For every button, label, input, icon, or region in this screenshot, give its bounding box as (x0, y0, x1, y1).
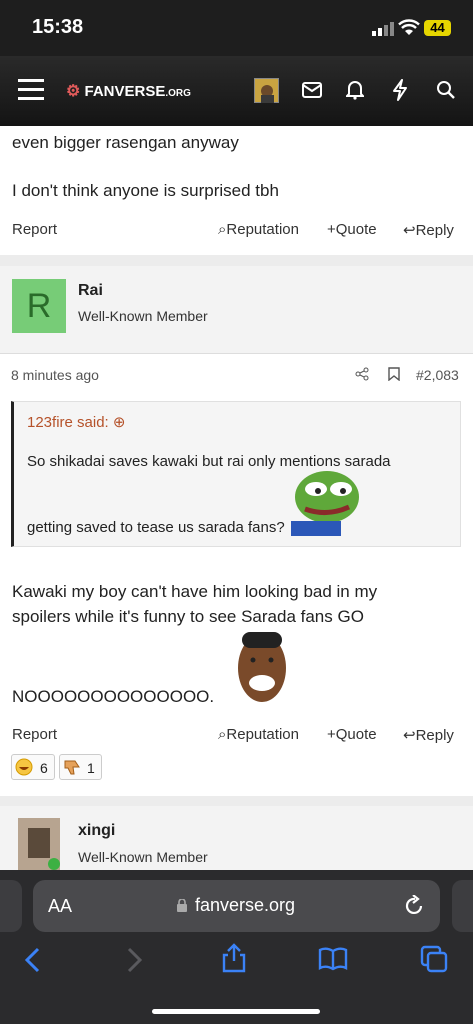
back-icon[interactable] (24, 947, 40, 978)
username[interactable]: xingi (78, 822, 115, 840)
quote-text-line: So shikadai saves kawaki but rai only me… (27, 453, 391, 470)
reaction-laugh[interactable]: 6 (11, 754, 55, 780)
home-indicator (152, 1009, 320, 1014)
search-icon[interactable] (436, 80, 456, 105)
lightning-icon[interactable] (392, 79, 408, 106)
logo-gear-icon: ⚙ (66, 83, 81, 100)
avatar[interactable]: R (12, 279, 66, 333)
bookmarks-icon[interactable] (318, 947, 348, 976)
reader-aa-button[interactable]: AA (48, 896, 72, 917)
quote-label: Quote (335, 726, 377, 743)
quote-label: Quote (335, 221, 377, 238)
post-text-line: even bigger rasengan anyway (12, 133, 239, 152)
thumbs-down-icon (63, 758, 81, 779)
post-number[interactable]: #2,083 (416, 367, 459, 383)
laughing-face-emoji-icon (234, 628, 290, 706)
next-post: xingi Well-Known Member (0, 806, 473, 870)
user-title: Well-Known Member (78, 308, 208, 324)
user-avatar[interactable] (254, 78, 279, 103)
post-text-line: I don't think anyone is surprised tbh (12, 181, 279, 200)
plus-icon: + (327, 221, 336, 238)
quote-author-label: 123fire said: (27, 414, 109, 431)
username[interactable]: Rai (78, 282, 103, 300)
logo-text: FANVERSE (84, 83, 166, 100)
quote-text-line: getting saved to tease us sarada fans? (27, 519, 285, 536)
status-time: 15:38 (32, 16, 84, 38)
tab-preview-left[interactable] (0, 880, 22, 932)
avatar-letter: R (26, 287, 52, 325)
address-bar[interactable]: AA fanverse.org (33, 880, 440, 932)
wifi-icon (398, 19, 420, 41)
user-info-bar: R Rai Well-Known Member (0, 266, 473, 354)
menu-icon[interactable] (18, 78, 44, 105)
reply-label: Reply (415, 727, 454, 744)
pepe-sad-emoji-icon (291, 469, 361, 536)
quote-button[interactable]: +Quote (327, 221, 377, 238)
inbox-icon[interactable] (302, 82, 322, 103)
reaction-count: 1 (87, 760, 95, 776)
reputation-label: Reputation (226, 726, 299, 743)
reaction-count: 6 (40, 760, 48, 776)
post-time[interactable]: 8 minutes ago (11, 367, 99, 383)
site-header: ⚙ FANVERSE.ORG (0, 56, 473, 126)
logo-suffix: .ORG (165, 88, 191, 99)
reputation-label: Reputation (226, 221, 299, 238)
reputation-button[interactable]: ⌕Reputation (218, 221, 299, 238)
plus-icon: + (327, 726, 336, 743)
reload-icon[interactable] (405, 894, 425, 922)
share-sheet-icon[interactable] (221, 943, 247, 978)
browser-toolbar: AA fanverse.org (0, 870, 473, 1024)
bell-icon[interactable] (344, 80, 366, 105)
quote-block: 123fire said: ⊕ So shikadai saves kawaki… (11, 401, 461, 547)
status-bar: 15:38 44 (0, 0, 473, 56)
reply-button[interactable]: ↩Reply (403, 726, 454, 744)
report-link[interactable]: Report (12, 726, 57, 743)
share-icon[interactable] (355, 367, 369, 386)
reply-arrow-icon: ↩ (403, 727, 416, 744)
arrow-up-circle-icon[interactable]: ⊕ (113, 414, 126, 431)
post-text-line: spoilers while it's funny to see Sarada … (12, 607, 364, 626)
user-title: Well-Known Member (78, 849, 208, 865)
reputation-button[interactable]: ⌕Reputation (218, 726, 299, 743)
post-text-line: NOOOOOOOOOOOOOO. (12, 687, 215, 706)
post-2083: R Rai Well-Known Member 8 minutes ago #2… (0, 266, 473, 796)
signal-icon (372, 22, 394, 41)
bookmark-icon[interactable] (388, 367, 400, 386)
forward-icon[interactable] (127, 947, 143, 978)
laugh-emoji-icon (15, 758, 33, 779)
avatar[interactable] (18, 818, 60, 870)
tabs-icon[interactable] (420, 945, 448, 978)
reply-button[interactable]: ↩Reply (403, 221, 454, 239)
quote-author[interactable]: 123fire said: ⊕ (27, 413, 125, 431)
post-text-line: Kawaki my boy can't have him looking bad… (12, 582, 378, 601)
reply-arrow-icon: ↩ (403, 222, 416, 239)
site-logo[interactable]: ⚙ FANVERSE.ORG (66, 81, 191, 101)
lock-icon (177, 898, 187, 917)
report-link[interactable]: Report (12, 221, 57, 238)
reply-label: Reply (415, 222, 454, 239)
previous-post: even bigger rasengan anyway I don't thin… (0, 126, 473, 255)
reaction-dislike[interactable]: 1 (59, 754, 102, 780)
battery-icon: 44 (424, 20, 451, 36)
url-text[interactable]: fanverse.org (195, 895, 295, 916)
tab-preview-right[interactable] (452, 880, 473, 932)
quote-button[interactable]: +Quote (327, 726, 377, 743)
